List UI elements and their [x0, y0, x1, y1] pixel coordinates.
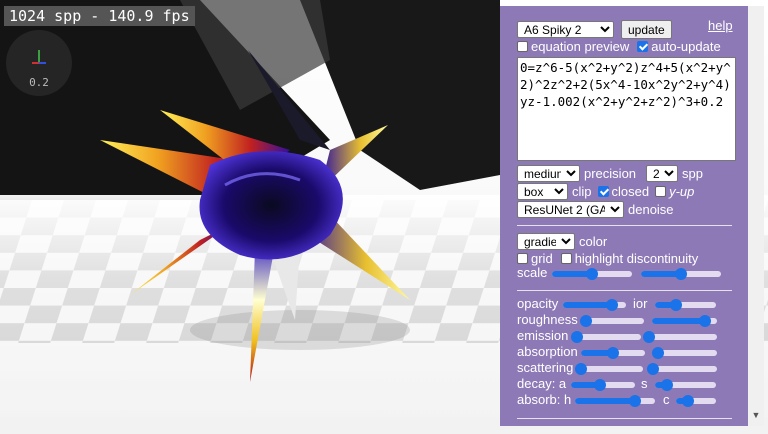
- roughness-label: roughness: [517, 312, 578, 327]
- update-button[interactable]: update: [621, 20, 672, 39]
- decay-label: decay: a: [517, 376, 567, 391]
- highlight-label: highlight discontinuity: [574, 251, 699, 266]
- closed-checkbox[interactable]: [597, 186, 609, 197]
- scale-slider-b[interactable]: [641, 268, 721, 280]
- clip-select[interactable]: box: [517, 183, 568, 200]
- emission-slider-a[interactable]: [571, 331, 641, 343]
- slider-fill: [575, 398, 635, 404]
- absorb-c-label: c: [663, 392, 670, 407]
- slider-thumb[interactable]: [675, 268, 687, 280]
- scale-label: scale: [517, 265, 548, 280]
- grid-checkbox[interactable]: [517, 253, 528, 264]
- scattering-label: scattering: [517, 360, 574, 375]
- color-label: color: [579, 234, 608, 249]
- absorption-label: absorption: [517, 344, 578, 359]
- slider-thumb[interactable]: [580, 315, 592, 327]
- denoise-label: denoise: [628, 202, 674, 217]
- equation-preview-label: equation preview: [531, 39, 630, 54]
- slider-thumb[interactable]: [606, 299, 619, 311]
- auto-update-checkbox[interactable]: [637, 41, 649, 52]
- slider-thumb[interactable]: [661, 379, 674, 391]
- slider-fill: [563, 302, 613, 308]
- slider-thumb[interactable]: [647, 363, 659, 375]
- absorb-c-slider[interactable]: [676, 395, 716, 407]
- scale-slider-a[interactable]: [552, 268, 632, 280]
- absorption-slider-b[interactable]: [652, 347, 717, 359]
- emission-label: emission: [517, 328, 569, 343]
- slider-thumb[interactable]: [670, 299, 683, 311]
- slider-thumb[interactable]: [643, 331, 655, 343]
- absorb-label: absorb: h: [517, 392, 572, 407]
- precision-select[interactable]: medium: [517, 165, 580, 182]
- slider-thumb[interactable]: [607, 347, 619, 359]
- preset-select[interactable]: A6 Spiky 2: [517, 21, 614, 38]
- axis-gizmo[interactable]: 0.2: [6, 30, 72, 96]
- slider-thumb[interactable]: [629, 395, 641, 407]
- slider-thumb[interactable]: [575, 363, 587, 375]
- clip-label: clip: [572, 184, 592, 199]
- spp-select[interactable]: 2¹⁰: [646, 165, 679, 182]
- decay-s-slider[interactable]: [655, 379, 716, 391]
- decay-s-label: s: [641, 376, 648, 391]
- help-link[interactable]: help: [708, 18, 733, 33]
- divider: [517, 290, 732, 291]
- roughness-slider-a[interactable]: [580, 315, 644, 327]
- settings-panel: A6 Spiky 2 update help equation preview …: [500, 6, 748, 426]
- scattering-slider-a[interactable]: [575, 363, 643, 375]
- divider: [517, 418, 732, 419]
- precision-label: precision: [584, 166, 637, 181]
- emission-slider-b[interactable]: [643, 331, 717, 343]
- slider-thumb[interactable]: [699, 315, 712, 327]
- yup-label: y-up: [669, 184, 695, 199]
- slider-thumb[interactable]: [652, 347, 664, 359]
- slider-fill: [652, 318, 706, 324]
- equation-textarea[interactable]: 0=z^6-5(x^2+y^2)z^4+5(x^2+y^2)^2z^2+2(5x…: [517, 57, 736, 161]
- yup-checkbox[interactable]: [655, 186, 667, 197]
- ior-slider[interactable]: [655, 299, 716, 311]
- ior-label: ior: [633, 296, 648, 311]
- color-select[interactable]: gradient: [517, 233, 575, 250]
- axis-scale-label: 0.2: [29, 76, 49, 89]
- fps-readout: 1024 spp - 140.9 fps: [4, 6, 195, 26]
- equation-preview-checkbox[interactable]: [517, 41, 528, 52]
- opacity-label: opacity: [517, 296, 559, 311]
- highlight-checkbox[interactable]: [560, 253, 572, 264]
- scattering-slider-b[interactable]: [647, 363, 717, 375]
- absorption-slider-a[interactable]: [581, 347, 645, 359]
- closed-label: closed: [611, 184, 650, 199]
- scroll-down-icon[interactable]: ▼: [748, 410, 764, 420]
- opacity-slider[interactable]: [563, 299, 626, 311]
- panel-scrollbar[interactable]: ▼: [748, 6, 764, 426]
- slider-thumb[interactable]: [682, 395, 694, 407]
- roughness-slider-b[interactable]: [652, 315, 717, 327]
- slider-thumb[interactable]: [571, 331, 583, 343]
- slider-thumb[interactable]: [586, 268, 598, 280]
- auto-update-label: auto-update: [651, 39, 721, 54]
- denoise-select[interactable]: ResUNet 2 (GAN): [517, 201, 624, 218]
- spp-label: spp: [682, 166, 703, 181]
- grid-label: grid: [531, 251, 553, 266]
- absorb-h-slider[interactable]: [575, 395, 655, 407]
- decay-a-slider[interactable]: [571, 379, 635, 391]
- divider: [517, 225, 732, 226]
- slider-thumb[interactable]: [593, 379, 606, 391]
